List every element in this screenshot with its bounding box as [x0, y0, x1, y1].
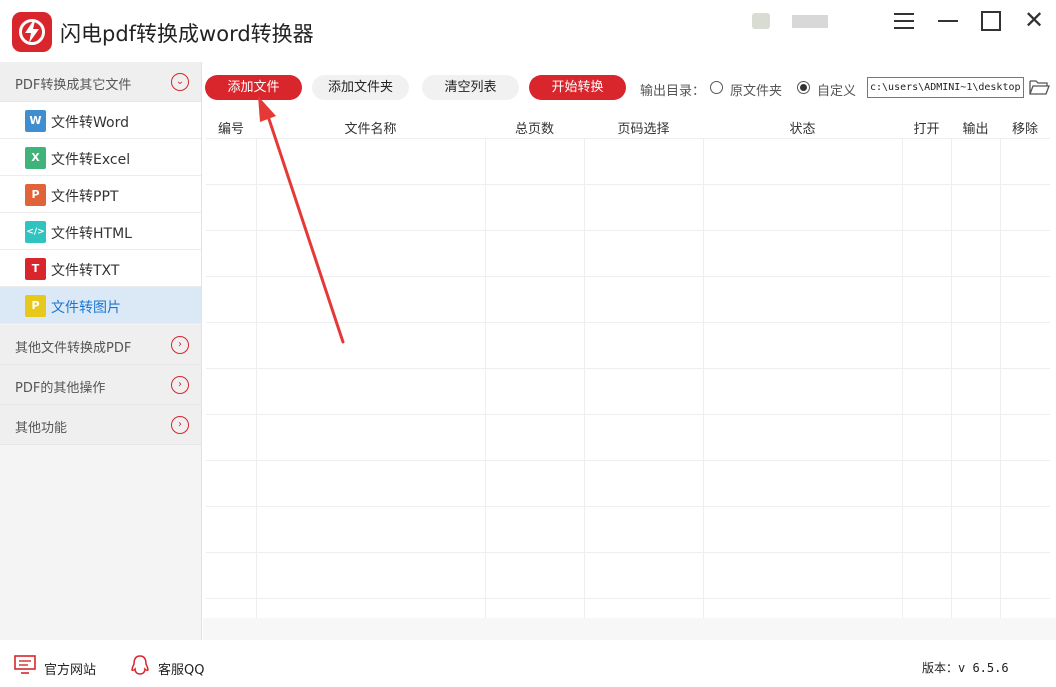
chevron-down-icon[interactable]: ⌄	[171, 73, 189, 91]
customer-service-qq-link[interactable]: 客服QQ	[158, 659, 204, 678]
sidebar-item-label: 文件转HTML	[51, 226, 132, 242]
sidebar-group-pdf-to-other[interactable]: PDF转换成其它文件 ⌄	[0, 62, 201, 102]
official-website-link[interactable]: 官方网站	[44, 659, 96, 678]
sidebar-group-label: 其他功能	[15, 421, 68, 436]
sidebar-group-other-to-pdf[interactable]: 其他文件转换成PDF ›	[0, 325, 201, 365]
column-header-status: 状态	[789, 122, 816, 137]
sidebar-group-label: PDF的其他操作	[15, 381, 106, 396]
radio-original-folder[interactable]	[710, 81, 723, 94]
minimize-icon[interactable]	[934, 8, 962, 34]
user-name-blurred[interactable]	[792, 15, 828, 28]
sidebar-item-label: 文件转TXT	[51, 263, 120, 279]
close-icon[interactable]: ✕	[1020, 8, 1048, 34]
start-convert-button[interactable]: 开始转换	[529, 75, 626, 100]
website-monitor-icon[interactable]	[14, 655, 36, 675]
column-header-output: 输出	[962, 122, 989, 137]
app-window: 闪电pdf转换成word转换器 ✕ PDF转换成其它文件 ⌄ W 文件转Word…	[0, 0, 1056, 687]
user-avatar[interactable]	[752, 13, 770, 29]
sidebar-group-label: 其他文件转换成PDF	[15, 341, 132, 356]
radio-custom-folder[interactable]	[797, 81, 810, 94]
title-bar: 闪电pdf转换成word转换器 ✕	[0, 0, 1056, 62]
qq-penguin-icon[interactable]	[130, 655, 150, 677]
word-file-icon: W	[25, 110, 46, 132]
sidebar-group-label: PDF转换成其它文件	[15, 78, 132, 93]
radio-custom-folder-label[interactable]: 自定义	[817, 80, 856, 99]
output-path-input[interactable]: c:\users\ADMINI~1\desktop	[867, 77, 1024, 98]
sidebar-item-ppt[interactable]: P 文件转PPT	[0, 176, 201, 213]
column-header-remove: 移除	[1011, 122, 1038, 137]
sidebar-item-label: 文件转PPT	[51, 189, 119, 205]
chevron-right-icon[interactable]: ›	[171, 376, 189, 394]
column-header-page-select: 页码选择	[617, 122, 670, 137]
sidebar-item-image[interactable]: P 文件转图片	[0, 287, 201, 324]
image-file-icon: P	[25, 295, 46, 317]
column-header-index: 编号	[217, 122, 244, 137]
app-title: 闪电pdf转换成word转换器	[60, 22, 314, 46]
txt-file-icon: T	[25, 258, 46, 280]
maximize-icon[interactable]	[978, 8, 1006, 34]
sidebar-item-word[interactable]: W 文件转Word	[0, 102, 201, 139]
output-dir-label: 输出目录：	[640, 84, 706, 99]
chevron-right-icon[interactable]: ›	[171, 416, 189, 434]
html-file-icon: </>	[25, 221, 46, 243]
menu-icon[interactable]	[890, 8, 918, 34]
sidebar-group-pdf-operations[interactable]: PDF的其他操作 ›	[0, 365, 201, 405]
sidebar-group-other-functions[interactable]: 其他功能 ›	[0, 405, 201, 445]
app-logo-icon	[12, 12, 52, 52]
folder-open-icon[interactable]	[1029, 79, 1050, 96]
annotation-arrow-icon	[258, 96, 345, 344]
radio-original-folder-label[interactable]: 原文件夹	[730, 80, 782, 99]
sidebar-item-txt[interactable]: T 文件转TXT	[0, 250, 201, 287]
column-header-total-pages: 总页数	[514, 122, 554, 137]
clear-list-button[interactable]: 清空列表	[422, 75, 519, 100]
sidebar: PDF转换成其它文件 ⌄ W 文件转Word X 文件转Excel P 文件转P…	[0, 62, 202, 640]
sidebar-item-label: 文件转图片	[51, 300, 121, 316]
sidebar-item-label: 文件转Word	[51, 115, 129, 131]
chevron-right-icon[interactable]: ›	[171, 336, 189, 354]
ppt-file-icon: P	[25, 184, 46, 206]
sidebar-item-html[interactable]: </> 文件转HTML	[0, 213, 201, 250]
column-header-open: 打开	[913, 122, 940, 137]
sidebar-item-label: 文件转Excel	[51, 152, 131, 168]
version-label: 版本：v 6.5.6	[922, 661, 1009, 675]
sidebar-item-excel[interactable]: X 文件转Excel	[0, 139, 201, 176]
table-scroll-area	[203, 618, 1056, 640]
footer: 官方网站 客服QQ 版本：v 6.5.6	[0, 645, 1056, 687]
excel-file-icon: X	[25, 147, 46, 169]
